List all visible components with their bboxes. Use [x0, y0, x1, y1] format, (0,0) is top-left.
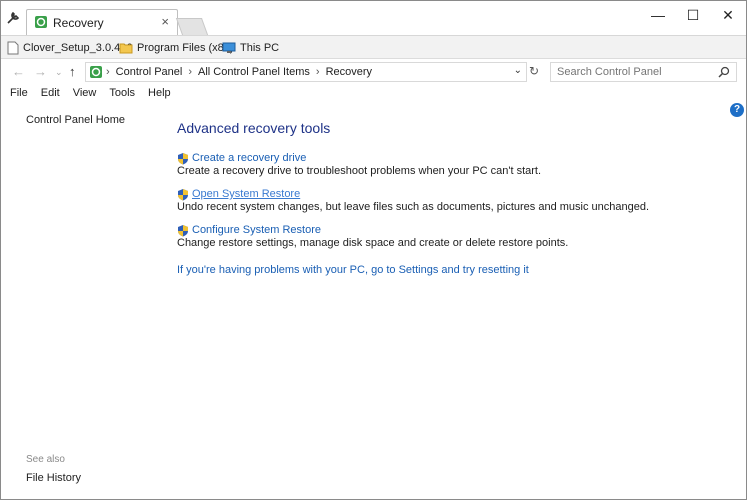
favorite-program-files[interactable]: Program Files (x86)	[119, 40, 234, 56]
menu-edit[interactable]: Edit	[32, 85, 60, 103]
close-tab-icon[interactable]: ×	[161, 14, 169, 29]
reset-pc-link[interactable]: If you're having problems with your PC, …	[177, 264, 529, 276]
search-input[interactable]	[551, 63, 711, 81]
tab-title: Recovery	[53, 16, 104, 30]
refresh-button[interactable]: ↻	[529, 64, 539, 78]
control-panel-home-link[interactable]: Control Panel Home	[26, 114, 125, 126]
favorite-label: This PC	[240, 42, 280, 54]
open-system-restore-link[interactable]: Open System Restore	[192, 188, 300, 200]
maximize-button[interactable]: ☐	[678, 5, 708, 25]
minimize-button[interactable]: —	[643, 5, 673, 25]
menu-bar: File Edit View Tools Help	[1, 85, 746, 103]
navigation-bar: ← → ⌄ ↑ › Control Panel › All Control Pa…	[1, 59, 746, 85]
uac-shield-icon	[178, 188, 188, 200]
file-history-link[interactable]: File History	[26, 472, 81, 484]
chevron-down-icon[interactable]: ⌄	[514, 65, 522, 76]
computer-icon	[222, 42, 236, 53]
left-pane: Control Panel Home See also File History	[1, 103, 161, 499]
title-bar: Recovery × — ☐ ✕	[1, 1, 746, 35]
control-panel-window: Recovery × — ☐ ✕ Clover_Setup_3.0.406 Pr…	[0, 0, 747, 500]
tab-recovery[interactable]: Recovery ×	[26, 9, 178, 35]
recovery-option: Configure System Restore Change restore …	[177, 223, 717, 249]
menu-file[interactable]: File	[1, 85, 28, 103]
recovery-icon	[35, 16, 47, 28]
address-bar[interactable]: › Control Panel › All Control Panel Item…	[85, 62, 527, 82]
breadcrumb-recovery[interactable]: Recovery	[326, 66, 372, 78]
menu-view[interactable]: View	[64, 85, 97, 103]
option-description: Create a recovery drive to troubleshoot …	[177, 165, 542, 177]
breadcrumb-all-items[interactable]: All Control Panel Items	[198, 66, 310, 78]
recent-locations-icon[interactable]: ⌄	[55, 67, 63, 78]
folder-icon	[119, 43, 133, 54]
favorite-clover-setup[interactable]: Clover_Setup_3.0.406	[7, 40, 132, 56]
chevron-right-icon: ›	[188, 66, 192, 78]
favorite-label: Program Files (x86)	[137, 42, 234, 54]
chevron-right-icon: ›	[106, 66, 110, 78]
recovery-option: Create a recovery drive Create a recover…	[177, 151, 717, 177]
uac-shield-icon	[178, 224, 188, 236]
menu-help[interactable]: Help	[139, 85, 171, 103]
up-button[interactable]: ↑	[69, 64, 76, 79]
forward-button[interactable]: →	[34, 64, 47, 79]
breadcrumb-control-panel[interactable]: Control Panel	[116, 66, 183, 78]
uac-shield-icon	[178, 152, 188, 164]
page-title: Advanced recovery tools	[177, 120, 331, 136]
favorite-label: Clover_Setup_3.0.406	[23, 42, 133, 54]
search-icon[interactable]	[718, 66, 730, 78]
new-tab-button[interactable]	[175, 18, 209, 35]
favorite-this-pc[interactable]: This PC	[222, 40, 279, 56]
chevron-right-icon: ›	[315, 66, 320, 78]
wrench-icon[interactable]	[6, 11, 20, 25]
favorites-bar: Clover_Setup_3.0.406 Program Files (x86)…	[1, 35, 746, 59]
configure-system-restore-link[interactable]: Configure System Restore	[192, 224, 321, 236]
recovery-option: Open System Restore Undo recent system c…	[177, 187, 717, 213]
control-panel-icon	[90, 66, 102, 78]
help-icon[interactable]: ?	[730, 103, 744, 117]
search-box[interactable]	[550, 62, 737, 82]
back-button[interactable]: ←	[12, 64, 25, 79]
close-window-button[interactable]: ✕	[713, 5, 743, 25]
option-description: Undo recent system changes, but leave fi…	[177, 201, 650, 213]
see-also-label: See also	[26, 454, 65, 465]
create-recovery-drive-link[interactable]: Create a recovery drive	[192, 152, 306, 164]
file-icon	[7, 41, 19, 55]
option-description: Change restore settings, manage disk spa…	[177, 237, 569, 249]
menu-tools[interactable]: Tools	[100, 85, 135, 103]
